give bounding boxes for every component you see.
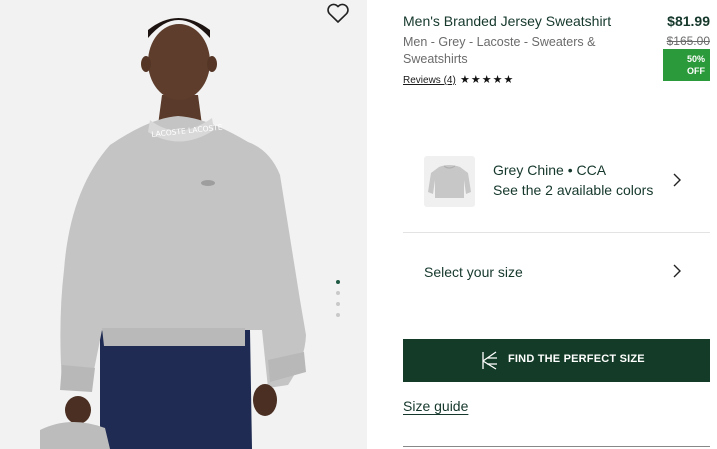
rating-stars: ★★★★★ — [460, 74, 515, 86]
color-swatch-thumbnail — [424, 156, 475, 207]
original-price: $165.00 — [666, 34, 710, 48]
product-breadcrumb: Men - Grey - Lacoste - Sweaters & Sweats… — [403, 35, 596, 66]
gallery-pagination — [335, 280, 341, 324]
discount-badge: 50% OFF — [663, 49, 710, 81]
chevron-right-icon — [673, 264, 681, 278]
select-size-label: Select your size — [424, 264, 523, 280]
product-image-panel[interactable]: LACOSTE LACOSTE — [0, 0, 367, 449]
sweatshirt-thumbnail-icon — [428, 165, 471, 198]
size-guide-link[interactable]: Size guide — [403, 398, 468, 414]
gallery-dot-3[interactable] — [336, 302, 340, 306]
color-count: See the 2 available colors — [493, 182, 654, 198]
gallery-dot-4[interactable] — [336, 313, 340, 317]
reviews-link[interactable]: Reviews (4) — [403, 75, 456, 86]
chevron-right-icon — [673, 173, 681, 187]
color-name: Grey Chine • CCA — [493, 162, 607, 178]
gallery-dot-2[interactable] — [336, 291, 340, 295]
size-selector[interactable]: Select your size — [403, 248, 710, 294]
current-price: $81.99 — [667, 13, 710, 29]
find-perfect-size-label: FIND THE PERFECT SIZE — [508, 353, 645, 365]
product-photo: LACOSTE LACOSTE — [40, 18, 307, 449]
gallery-dot-1[interactable] — [336, 280, 340, 284]
heart-outline-icon[interactable] — [326, 2, 350, 24]
color-selector[interactable]: Grey Chine • CCA See the 2 available col… — [403, 140, 710, 230]
divider — [403, 446, 710, 447]
divider — [403, 232, 710, 233]
discount-percent: 50% — [686, 54, 705, 64]
product-title: Men's Branded Jersey Sweatshirt — [403, 13, 612, 29]
find-perfect-size-button[interactable]: FIND THE PERFECT SIZE — [403, 339, 710, 382]
discount-off: OFF — [687, 66, 705, 76]
fit-finder-icon — [482, 351, 497, 370]
